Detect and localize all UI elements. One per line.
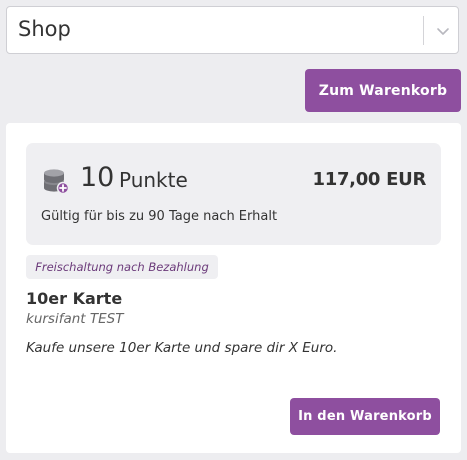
shop-select[interactable]: Shop bbox=[6, 6, 459, 54]
shop-select-divider bbox=[423, 16, 424, 45]
chevron-down-icon[interactable] bbox=[431, 20, 455, 42]
coins-icon bbox=[42, 167, 70, 195]
product-description: Kaufe unsere 10er Karte und spare dir X … bbox=[26, 340, 338, 356]
add-to-cart-button[interactable]: In den Warenkorb bbox=[290, 398, 440, 435]
product-owner: kursifant TEST bbox=[26, 311, 124, 327]
product-card: 10 Punkte 117,00 EUR Gültig für bis zu 9… bbox=[6, 123, 461, 453]
validity-text: Gültig für bis zu 90 Tage nach Erhalt bbox=[41, 209, 278, 224]
points-value: 10 bbox=[80, 162, 115, 193]
points-box: 10 Punkte 117,00 EUR Gültig für bis zu 9… bbox=[26, 143, 441, 245]
to-cart-button[interactable]: Zum Warenkorb bbox=[305, 69, 461, 112]
shop-select-value: Shop bbox=[18, 17, 71, 41]
product-title: 10er Karte bbox=[26, 289, 123, 308]
points-unit: Punkte bbox=[119, 168, 188, 192]
release-badge: Freischaltung nach Bezahlung bbox=[26, 255, 218, 279]
price: 117,00 EUR bbox=[312, 169, 427, 190]
